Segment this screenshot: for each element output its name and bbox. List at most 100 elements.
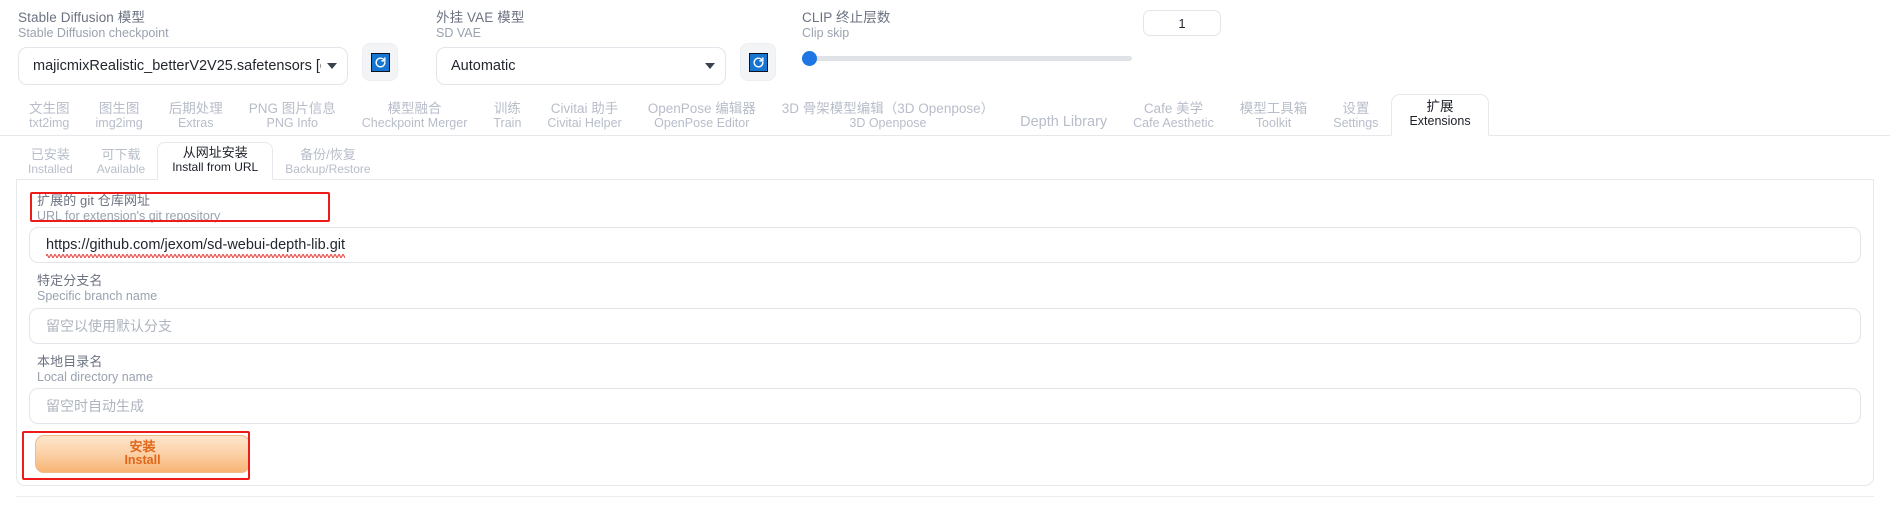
install-button[interactable]: 安装 Install	[35, 434, 250, 473]
extensions-sub-tab-bar: 已安装 Installed 可下载 Available 从网址安装 Instal…	[0, 142, 1890, 180]
subtab-label-en: Available	[96, 161, 146, 176]
vae-dropdown[interactable]: Automatic	[436, 46, 726, 85]
tab-label-cn: 文生图	[29, 100, 70, 116]
refresh-vae-button[interactable]	[740, 43, 776, 81]
branch-field-block: 特定分支名 Specific branch name 留空以使用默认分支	[29, 273, 1861, 344]
tab-label-en: Toolkit	[1255, 116, 1292, 130]
chevron-down-icon	[705, 62, 715, 69]
branch-field-label: 特定分支名 Specific branch name	[37, 273, 1861, 304]
tab-settings[interactable]: 设置 Settings	[1320, 98, 1391, 136]
tab-label-cn: 训练	[493, 100, 521, 116]
tab-label-cn: 3D 骨架模型编辑（3D Openpose）	[781, 100, 995, 116]
tab-label-en: Cafe Aesthetic	[1133, 116, 1214, 130]
clip-skip-label-cn: CLIP 终止层数	[802, 10, 891, 25]
branch-field-label-en: Specific branch name	[37, 289, 158, 304]
tab-extensions[interactable]: 扩展 Extensions	[1391, 93, 1489, 136]
branch-name-input[interactable]: 留空以使用默认分支	[29, 307, 1861, 344]
tab-label-en: img2img	[95, 116, 143, 130]
clip-skip-slider-thumb[interactable]	[802, 50, 817, 66]
tab-toolkit[interactable]: 模型工具箱 Toolkit	[1227, 98, 1321, 136]
tab-train[interactable]: 训练 Train	[480, 98, 534, 136]
tab-civitai-helper[interactable]: Civitai 助手 Civitai Helper	[534, 98, 634, 136]
tab-label-en: OpenPose Editor	[654, 116, 750, 130]
directory-field-label-en: Local directory name	[37, 369, 154, 384]
tab-label-en: Train	[493, 116, 522, 130]
bottom-divider	[16, 496, 1874, 497]
branch-name-placeholder: 留空以使用默认分支	[46, 317, 172, 334]
subtab-label-en: Backup/Restore	[285, 161, 371, 176]
stable-diffusion-webui: Stable Diffusion 模型 Stable Diffusion che…	[0, 0, 1890, 519]
subtab-label-en: Installed	[28, 161, 73, 176]
top-settings-bar: Stable Diffusion 模型 Stable Diffusion che…	[0, 0, 1890, 92]
tab-label-cn: Depth Library	[1020, 113, 1108, 130]
branch-field-label-cn: 特定分支名	[37, 273, 103, 289]
git-url-input-value: https://github.com/jexom/sd-webui-depth-…	[46, 237, 346, 259]
tab-label-en: Civitai Helper	[547, 116, 622, 130]
install-from-url-panel: 扩展的 git 仓库网址 URL for extension's git rep…	[16, 180, 1874, 486]
tab-label-cn: OpenPose 编辑器	[647, 100, 756, 116]
local-directory-input[interactable]: 留空时自动生成	[29, 387, 1861, 424]
checkpoint-label: Stable Diffusion 模型 Stable Diffusion che…	[18, 10, 348, 40]
subtab-installed[interactable]: 已安装 Installed	[16, 146, 85, 180]
tab-img2img[interactable]: 图生图 img2img	[83, 98, 156, 136]
git-url-input[interactable]: https://github.com/jexom/sd-webui-depth-…	[29, 227, 1861, 264]
directory-field-block: 本地目录名 Local directory name 留空时自动生成	[29, 353, 1861, 424]
tab-label-en: Extensions	[1409, 114, 1471, 128]
refresh-icon	[748, 52, 768, 72]
checkpoint-selector-group: Stable Diffusion 模型 Stable Diffusion che…	[18, 10, 348, 85]
clip-skip-slider[interactable]	[802, 50, 1132, 66]
checkpoint-dropdown[interactable]: majicmixRealistic_betterV2V25.safetensor…	[18, 46, 348, 85]
install-button-label-cn: 安装	[129, 438, 156, 454]
tab-label-cn: 模型融合	[387, 100, 442, 116]
tab-label-cn: 模型工具箱	[1239, 100, 1308, 116]
checkpoint-label-en: Stable Diffusion checkpoint	[18, 25, 169, 40]
refresh-checkpoint-button[interactable]	[362, 43, 398, 81]
local-directory-placeholder: 留空时自动生成	[46, 397, 144, 414]
tab-label-en: txt2img	[29, 116, 70, 130]
tab-checkpoint-merger[interactable]: 模型融合 Checkpoint Merger	[349, 98, 481, 136]
tab-label-en: Settings	[1333, 116, 1379, 130]
tab-depth-library[interactable]: Depth Library	[1007, 111, 1120, 136]
subtab-available[interactable]: 可下载 Available	[85, 146, 157, 180]
subtab-label-cn: 可下载	[101, 147, 141, 163]
tab-png-info[interactable]: PNG 图片信息 PNG Info	[236, 98, 349, 136]
tab-label-cn: 图生图	[98, 100, 140, 116]
subtab-label-en: Install from URL	[172, 159, 259, 174]
subtab-backup-restore[interactable]: 备份/恢复 Backup/Restore	[273, 146, 382, 180]
tab-label-en: Extras	[178, 116, 214, 130]
install-button-label-en: Install	[124, 453, 161, 468]
subtab-label-cn: 备份/恢复	[300, 147, 356, 163]
tab-label-cn: 后期处理	[168, 100, 223, 116]
url-field-label: 扩展的 git 仓库网址 URL for extension's git rep…	[37, 193, 1861, 223]
clip-skip-slider-track[interactable]	[802, 55, 1132, 61]
vae-selector-group: 外挂 VAE 模型 SD VAE Automatic	[436, 10, 726, 85]
clip-skip-value: 1	[1178, 15, 1186, 31]
tab-label-cn: 设置	[1342, 100, 1370, 116]
tab-openpose-editor[interactable]: OpenPose 编辑器 OpenPose Editor	[635, 98, 769, 136]
tab-extras[interactable]: 后期处理 Extras	[156, 98, 236, 136]
checkpoint-value: majicmixRealistic_betterV2V25.safetensor…	[33, 57, 321, 74]
subtab-label-cn: 从网址安装	[182, 145, 248, 161]
subtab-install-from-url[interactable]: 从网址安装 Install from URL	[157, 142, 274, 180]
tab-label-cn: Cafe 美学	[1143, 100, 1204, 116]
refresh-icon	[370, 52, 390, 72]
subtab-label-cn: 已安装	[30, 147, 70, 163]
tab-label-cn: Civitai 助手	[550, 100, 619, 116]
vae-label: 外挂 VAE 模型 SD VAE	[436, 10, 726, 40]
tab-label-en: PNG Info	[266, 116, 318, 130]
url-field-label-en: URL for extension's git repository	[37, 208, 221, 223]
url-field-block: 扩展的 git 仓库网址 URL for extension's git rep…	[29, 193, 1861, 264]
url-field-label-cn: 扩展的 git 仓库网址	[37, 193, 151, 208]
tab-txt2img[interactable]: 文生图 txt2img	[16, 98, 83, 136]
main-tab-bar: 文生图 txt2img 图生图 img2img 后期处理 Extras PNG …	[0, 92, 1890, 136]
clip-skip-number-input[interactable]: 1	[1143, 10, 1221, 36]
vae-label-en: SD VAE	[436, 25, 481, 40]
clip-skip-label-en: Clip skip	[802, 25, 850, 40]
tab-3d-openpose[interactable]: 3D 骨架模型编辑（3D Openpose） 3D Openpose	[769, 98, 1007, 136]
vae-value: Automatic	[451, 57, 516, 74]
tab-label-cn: PNG 图片信息	[248, 100, 336, 116]
directory-field-label-cn: 本地目录名	[37, 353, 103, 369]
tab-label-en: 3D Openpose	[849, 116, 927, 130]
clip-skip-group: CLIP 终止层数 Clip skip 1	[802, 10, 1362, 66]
tab-cafe-aesthetic[interactable]: Cafe 美学 Cafe Aesthetic	[1120, 98, 1227, 136]
